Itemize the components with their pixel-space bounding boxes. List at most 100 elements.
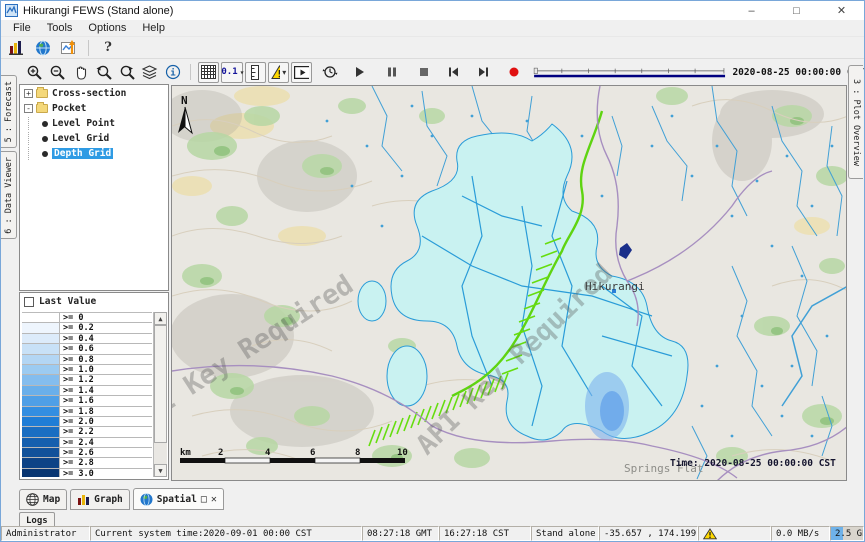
- legend-swatch: [22, 438, 60, 447]
- tree-item-level-grid[interactable]: Level Grid: [20, 132, 168, 145]
- legend-row[interactable]: >= 0.2: [22, 323, 152, 333]
- legend-swatch: [22, 407, 60, 416]
- help-button[interactable]: ?: [95, 38, 121, 57]
- stop-icon: [418, 66, 430, 78]
- zoom-out-button[interactable]: [47, 62, 68, 83]
- layers-icon: [141, 64, 158, 80]
- legend-row[interactable]: >= 3.0: [22, 469, 152, 477]
- minimize-button[interactable]: –: [729, 1, 774, 20]
- tree-item-pocket[interactable]: - Pocket: [20, 102, 168, 115]
- tab-map[interactable]: Map: [19, 489, 67, 510]
- svg-text:10: 10: [397, 448, 408, 458]
- animation-settings-button[interactable]: [319, 62, 340, 83]
- status-user: Administrator: [1, 526, 90, 541]
- timeseries-icon: [61, 40, 78, 56]
- toolbar-separator: [190, 64, 191, 80]
- legend-panel: Last Value >= 0 >= 0.2 >= 0.4 >= 0.6 >= …: [19, 292, 169, 480]
- folder-icon: [36, 104, 48, 113]
- database-viewer-button[interactable]: [4, 38, 30, 57]
- collapse-icon[interactable]: -: [24, 104, 33, 113]
- timeseries-dialog-button[interactable]: [56, 38, 82, 57]
- status-warning-cell[interactable]: [698, 526, 771, 541]
- menu-tools[interactable]: Tools: [40, 21, 80, 35]
- step-back-button[interactable]: [443, 62, 464, 83]
- svg-text:2: 2: [218, 448, 223, 458]
- tab-data-viewer[interactable]: 6 : Data Viewer: [1, 151, 17, 239]
- grid-icon: [201, 65, 216, 79]
- svg-text:4: 4: [265, 448, 271, 458]
- menu-options[interactable]: Options: [81, 21, 133, 35]
- map-globe-icon: [26, 493, 39, 506]
- legend-value: >= 2.4: [60, 438, 94, 447]
- legend-value: >= 2.6: [60, 448, 94, 457]
- time-span-bar: [534, 75, 725, 77]
- legend-row[interactable]: >= 0: [22, 313, 152, 323]
- scroll-up-icon[interactable]: ▲: [154, 312, 167, 325]
- legend-row[interactable]: >= 2.6: [22, 448, 152, 458]
- legend-row[interactable]: >= 2.0: [22, 417, 152, 427]
- scrollbar-thumb[interactable]: [154, 325, 167, 443]
- tree-item-cross-section[interactable]: + Cross-section: [20, 87, 168, 100]
- legend-row[interactable]: >= 1.2: [22, 375, 152, 385]
- close-button[interactable]: ✕: [819, 1, 864, 20]
- tab-forecast[interactable]: 5 : Forecast: [1, 75, 17, 148]
- scale-ruler-button[interactable]: [245, 62, 266, 83]
- time-slider-handle[interactable]: [534, 68, 537, 74]
- grid-display-button[interactable]: [198, 62, 219, 83]
- value-threshold-dropdown[interactable]: 0.1▾: [221, 62, 244, 83]
- tab-spatial[interactable]: Spatial □ ✕: [133, 488, 224, 510]
- legend-row[interactable]: >= 2.4: [22, 438, 152, 448]
- pause-button[interactable]: [381, 62, 402, 83]
- map-view[interactable]: API Key Required API Key Required Hikura…: [171, 85, 847, 481]
- legend-swatch: [22, 344, 60, 353]
- tab-plot-overview[interactable]: 3 : Plot Overview: [848, 65, 863, 179]
- legend-row[interactable]: >= 1.4: [22, 386, 152, 396]
- legend-value: >= 3.0: [60, 469, 94, 477]
- step-forward-button[interactable]: [473, 62, 494, 83]
- layers-button[interactable]: [139, 62, 160, 83]
- legend-list: >= 0 >= 0.2 >= 0.4 >= 0.6 >= 0.8 >= 1.0 …: [22, 312, 152, 477]
- zoom-next-button[interactable]: [116, 62, 137, 83]
- legend-row[interactable]: >= 2.2: [22, 427, 152, 437]
- tree-item-depth-grid[interactable]: Depth Grid: [20, 147, 168, 160]
- tree-item-level-point[interactable]: Level Point: [20, 117, 168, 130]
- spatial-display-button[interactable]: [30, 38, 56, 57]
- tree-indent: [28, 117, 42, 130]
- animation-button[interactable]: [291, 62, 312, 83]
- tab-close-icon[interactable]: ✕: [211, 494, 217, 505]
- legend-row[interactable]: >= 0.8: [22, 355, 152, 365]
- ruler-icon: [250, 65, 261, 80]
- menu-file[interactable]: File: [6, 21, 38, 35]
- legend-row[interactable]: >= 0.6: [22, 344, 152, 354]
- zoom-previous-button[interactable]: [93, 62, 114, 83]
- info-button[interactable]: i: [162, 62, 183, 83]
- tab-maximize-icon[interactable]: □: [201, 494, 207, 505]
- legend-row[interactable]: >= 2.8: [22, 458, 152, 468]
- stop-button[interactable]: [413, 62, 434, 83]
- expand-icon[interactable]: +: [24, 89, 33, 98]
- legend-value: >= 2.8: [60, 458, 94, 467]
- legend-row[interactable]: >= 0.4: [22, 334, 152, 344]
- thresholds-dropdown-button[interactable]: ▾: [268, 62, 289, 83]
- legend-row[interactable]: >= 1.6: [22, 396, 152, 406]
- record-button[interactable]: [503, 62, 524, 83]
- legend-row[interactable]: >= 1.8: [22, 407, 152, 417]
- legend-value: >= 1.0: [60, 365, 94, 374]
- tab-graph[interactable]: Graph: [70, 489, 130, 510]
- status-gmt-time: 08:27:18 GMT: [362, 526, 439, 541]
- scroll-down-icon[interactable]: ▼: [154, 464, 167, 477]
- last-value-checkbox[interactable]: [24, 297, 34, 307]
- tree-label-selected: Depth Grid: [52, 148, 113, 159]
- pan-hand-icon: [73, 64, 89, 81]
- play-button[interactable]: [349, 62, 370, 83]
- legend-row[interactable]: >= 1.0: [22, 365, 152, 375]
- legend-value: >= 1.8: [60, 407, 94, 416]
- legend-scrollbar[interactable]: ▲ ▼: [153, 312, 167, 477]
- zoom-in-button[interactable]: [24, 62, 45, 83]
- menu-help[interactable]: Help: [135, 21, 172, 35]
- window-title: Hikurangi FEWS (Stand alone): [23, 5, 173, 17]
- pan-button[interactable]: [70, 62, 91, 83]
- maximize-button[interactable]: □: [774, 1, 819, 20]
- time-slider[interactable]: [533, 61, 726, 83]
- legend-swatch: [22, 469, 60, 477]
